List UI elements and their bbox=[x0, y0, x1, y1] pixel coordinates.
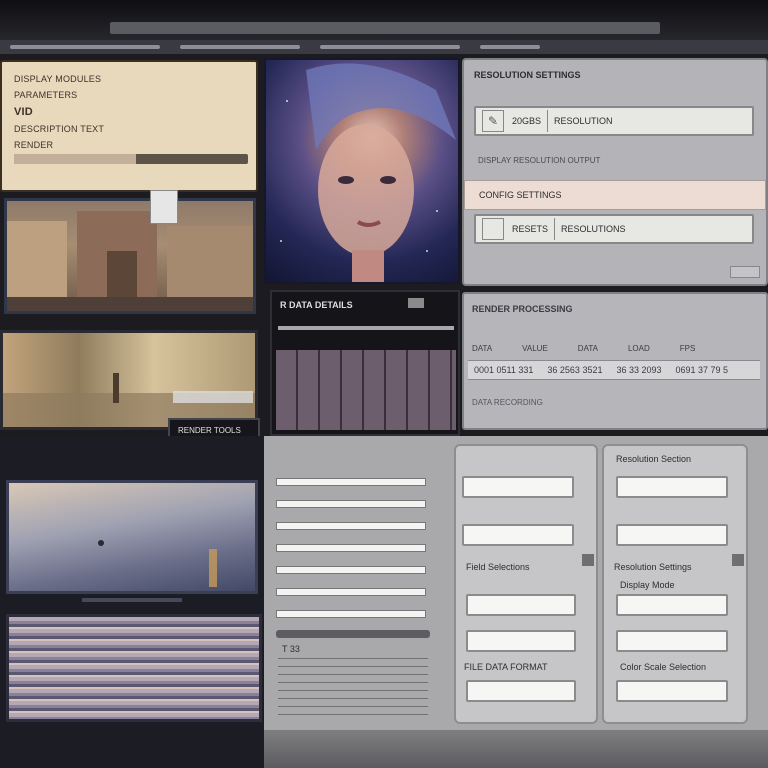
text-block-body bbox=[278, 658, 428, 718]
panel1-caption-1: Field Selections bbox=[466, 562, 530, 572]
header-cell: FPS bbox=[679, 344, 696, 353]
text-input[interactable] bbox=[616, 476, 728, 498]
text-input[interactable] bbox=[466, 680, 576, 702]
settings-footer-button[interactable] bbox=[730, 266, 760, 278]
field-selection-panel: Field Selections FILE DATA FORMAT bbox=[454, 444, 598, 724]
dropdown-toggle[interactable] bbox=[732, 554, 744, 566]
bottom-edge bbox=[264, 730, 768, 768]
resolution-section-panel: Resolution Section Resolution Settings D… bbox=[602, 444, 748, 724]
ruins-art bbox=[7, 211, 253, 311]
list-item[interactable] bbox=[276, 610, 426, 618]
text-input[interactable] bbox=[462, 524, 574, 546]
data-values-row[interactable]: 0001 0511 331 36 2563 3521 36 33 2093 06… bbox=[468, 360, 760, 380]
panel2-caption-1: Resolution Settings bbox=[614, 562, 692, 572]
dark-panel-title: R DATA DETAILS bbox=[280, 300, 353, 310]
progress-fill bbox=[14, 154, 136, 164]
header-cell: DATA bbox=[577, 344, 598, 353]
panel2-caption-2: Display Mode bbox=[620, 580, 675, 590]
sky-art bbox=[98, 540, 217, 587]
info-line-3: VID bbox=[14, 106, 33, 118]
dark-panel-indicator bbox=[408, 298, 424, 308]
text-input[interactable] bbox=[616, 524, 728, 546]
toolbar-row bbox=[0, 40, 768, 54]
resets-field[interactable]: RESETS RESOLUTIONS bbox=[474, 214, 754, 244]
panel1-caption-2: FILE DATA FORMAT bbox=[464, 662, 548, 672]
list-item[interactable] bbox=[276, 500, 426, 508]
info-card: DISPLAY MODULES PARAMETERS VID DESCRIPTI… bbox=[0, 60, 258, 192]
text-input[interactable] bbox=[616, 680, 728, 702]
window-top-bar bbox=[0, 0, 768, 40]
dark-panel-divider bbox=[278, 326, 454, 330]
text-input[interactable] bbox=[466, 594, 576, 616]
checkbox-icon[interactable] bbox=[482, 218, 504, 240]
portrait-face-art bbox=[306, 63, 456, 282]
data-headers: DATA VALUE DATA LOAD FPS bbox=[472, 344, 695, 353]
info-line-2: PARAMETERS bbox=[14, 90, 78, 100]
header-cell: LOAD bbox=[627, 344, 650, 353]
render-data-card: RENDER PROCESSING DATA VALUE DATA LOAD F… bbox=[462, 292, 768, 430]
settings-card: RESOLUTION SETTINGS ✎ 20GBS RESOLUTION D… bbox=[462, 58, 768, 286]
info-line-5: RENDER bbox=[14, 140, 54, 150]
value-cell: 0691 37 79 5 bbox=[675, 365, 729, 375]
field2-label: RESOLUTIONS bbox=[561, 224, 626, 234]
highlight-label: CONFIG SETTINGS bbox=[479, 190, 562, 200]
text-input[interactable] bbox=[616, 594, 728, 616]
header-cell: DATA bbox=[472, 344, 493, 353]
field1-label: RESOLUTION bbox=[554, 116, 613, 126]
header-cell: VALUE bbox=[522, 344, 548, 353]
wall-art bbox=[3, 373, 255, 427]
dropdown-toggle[interactable] bbox=[582, 554, 594, 566]
edit-icon[interactable]: ✎ bbox=[482, 110, 504, 132]
settings-title: RESOLUTION SETTINGS bbox=[474, 70, 581, 80]
list-item[interactable] bbox=[276, 544, 426, 552]
list-item[interactable] bbox=[276, 566, 426, 574]
data-card-title: RENDER PROCESSING bbox=[472, 304, 573, 314]
data-details-panel: R DATA DETAILS bbox=[270, 290, 460, 436]
ruins-image bbox=[4, 198, 256, 314]
list-scrollbar[interactable] bbox=[276, 630, 430, 638]
list-item[interactable] bbox=[276, 522, 426, 530]
field2-value: RESETS bbox=[512, 224, 549, 234]
list-column bbox=[276, 470, 426, 626]
data-grid-image bbox=[276, 350, 456, 430]
image-tab[interactable] bbox=[150, 190, 178, 224]
settings-subtitle: DISPLAY RESOLUTION OUTPUT bbox=[478, 156, 601, 165]
panel2-title: Resolution Section bbox=[616, 454, 692, 464]
config-highlight-row[interactable]: CONFIG SETTINGS bbox=[464, 180, 766, 210]
value-cell: 36 33 2093 bbox=[616, 365, 662, 375]
portrait-image bbox=[264, 58, 460, 284]
value-cell: 36 2563 3521 bbox=[547, 365, 603, 375]
wall-image bbox=[0, 330, 258, 430]
resolution-field[interactable]: ✎ 20GBS RESOLUTION bbox=[474, 106, 754, 136]
toolbar-label: RENDER TOOLS bbox=[178, 426, 241, 435]
data-card-footer: DATA RECORDING bbox=[472, 398, 543, 407]
stripes-image bbox=[6, 614, 262, 722]
progress-bar[interactable] bbox=[14, 154, 248, 164]
value-cell: 0001 0511 331 bbox=[474, 365, 534, 375]
text-input[interactable] bbox=[466, 630, 576, 652]
info-line-1: DISPLAY MODULES bbox=[14, 74, 102, 84]
sky-image bbox=[6, 480, 258, 594]
sky-caption-line bbox=[82, 598, 182, 602]
field1-value: 20GBS bbox=[512, 116, 542, 126]
panel2-caption-3: Color Scale Selection bbox=[620, 662, 707, 672]
list-item[interactable] bbox=[276, 588, 426, 596]
info-line-4: DESCRIPTION TEXT bbox=[14, 124, 105, 134]
text-block-heading: T 33 bbox=[282, 644, 300, 654]
text-input[interactable] bbox=[462, 476, 574, 498]
text-input[interactable] bbox=[616, 630, 728, 652]
title-strip bbox=[110, 22, 660, 34]
list-item[interactable] bbox=[276, 478, 426, 486]
